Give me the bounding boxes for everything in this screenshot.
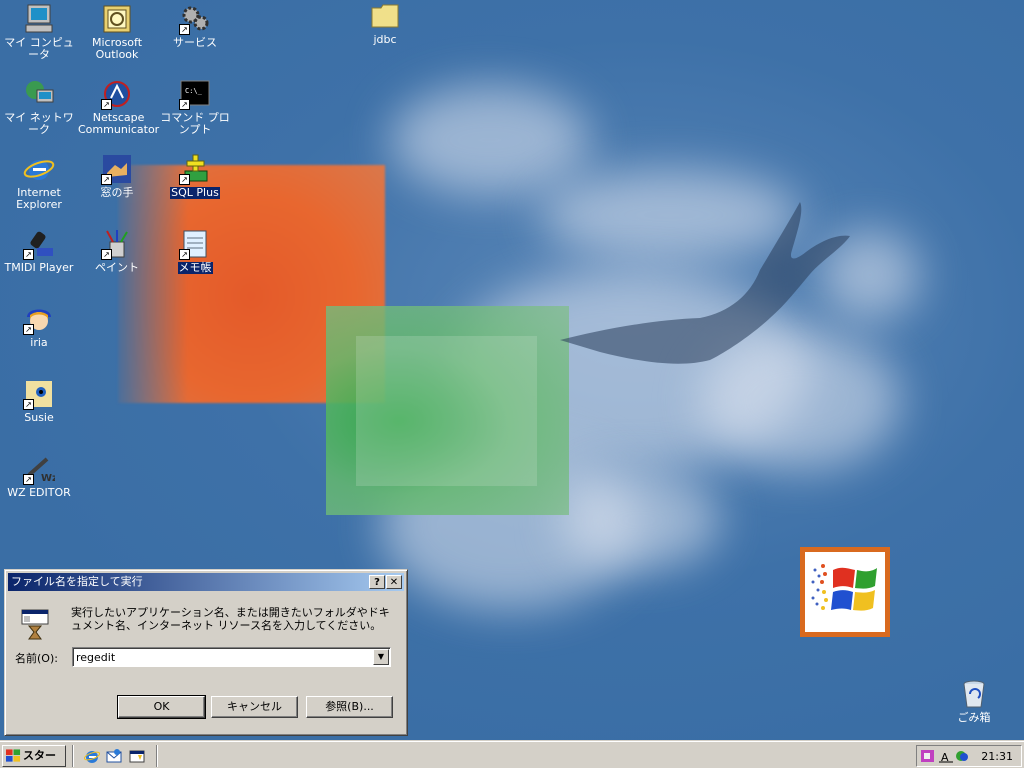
shortcut-arrow-icon: ↗ [23, 399, 34, 410]
shortcut-arrow-icon: ↗ [179, 99, 190, 110]
taskbar-clock[interactable]: 21:31 [981, 750, 1013, 763]
start-label: スタート [23, 749, 56, 762]
shortcut-arrow-icon: ↗ [179, 249, 190, 260]
shortcut-arrow-icon: ↗ [101, 99, 112, 110]
icon-label: TMIDI Player [4, 261, 74, 274]
icon-label: Internet Explorer [16, 186, 62, 211]
quick-launch-show-desktop-icon[interactable] [129, 748, 145, 764]
desktop-icon-internet-explorer[interactable]: Internet Explorer [0, 153, 79, 211]
icon-label: Netscape Communicator [78, 111, 160, 136]
windows-flag-icon [811, 564, 877, 611]
shortcut-arrow-icon: ↗ [101, 249, 112, 260]
ok-button[interactable]: OK [117, 695, 206, 719]
quick-launch-internet-explorer-icon[interactable] [84, 748, 100, 764]
quick-launch-outlook-express-icon[interactable] [106, 748, 122, 764]
icon-label: サービス [173, 36, 217, 49]
dialog-title: ファイル名を指定して実行 [11, 575, 143, 588]
icon-label: iria [30, 336, 48, 349]
system-tray: A 21:31 [916, 745, 1022, 767]
desktop-icon-command-prompt[interactable]: C:\_ ↗ コマンド プロンプト [155, 78, 235, 136]
start-button[interactable]: スタート [2, 745, 66, 767]
run-command-input[interactable] [76, 650, 366, 664]
icon-label: マイ コンピュータ [4, 36, 74, 61]
shortcut-arrow-icon: ↗ [101, 174, 112, 185]
desktop-icon-madonote[interactable]: ↗ 窓の手 [77, 153, 157, 199]
name-field-label: 名前(O): [15, 652, 58, 665]
desktop-icon-iria[interactable]: ↗ iria [0, 303, 79, 349]
taskbar-separator [156, 745, 158, 767]
wallpaper-green-square [326, 306, 569, 515]
icon-label: jdbc [373, 33, 397, 46]
recycle-bin-icon [963, 680, 985, 708]
shortcut-arrow-icon: ↗ [23, 474, 34, 485]
svg-text:A: A [941, 751, 949, 763]
icon-label: ごみ箱 [957, 711, 991, 724]
icon-label: Susie [24, 411, 54, 424]
cancel-button[interactable]: キャンセル [211, 696, 298, 718]
desktop-icon-my-computer[interactable]: マイ コンピュータ [0, 3, 79, 61]
tray-ime-icon[interactable]: A [939, 749, 953, 763]
shortcut-arrow-icon: ↗ [23, 324, 34, 335]
desktop-icon-susie[interactable]: ↗ Susie [0, 378, 79, 424]
dropdown-arrow-button[interactable]: ▼ [373, 649, 389, 665]
internet-explorer-icon [23, 160, 55, 180]
run-dialog: ファイル名を指定して実行 ? ✕ 実行したいアプリケーション名、または開きたいフ… [4, 569, 408, 736]
desktop-icon-services[interactable]: ↗ サービス [155, 3, 235, 49]
desktop-icon-wz-editor[interactable]: Wz ↗ WZ EDITOR [0, 453, 79, 499]
desktop-icon-paint[interactable]: ↗ ペイント [77, 228, 157, 274]
shortcut-arrow-icon: ↗ [23, 249, 34, 260]
svg-text:Wz: Wz [41, 473, 55, 484]
run-command-combobox[interactable]: ▼ [72, 647, 391, 667]
icon-label: コマンド プロンプト [160, 111, 230, 136]
taskbar-separator [72, 745, 74, 767]
windows-flag-icon [6, 749, 21, 762]
desktop: マイ コンピュータ Microsoft Outlook ↗ サービス jdbc … [0, 0, 1024, 740]
icon-label: 窓の手 [100, 186, 134, 199]
windows-logo-tile [800, 547, 890, 637]
icon-label: メモ帳 [177, 261, 213, 274]
wallpaper-cloud [390, 85, 590, 195]
desktop-icon-recycle-bin[interactable]: ごみ箱 [934, 678, 1014, 724]
desktop-icon-jdbc[interactable]: jdbc [345, 0, 425, 46]
wallpaper-cloud [560, 470, 720, 570]
wallpaper-diver-silhouette [560, 202, 850, 364]
desktop-icon-network[interactable]: マイ ネットワーク [0, 78, 79, 136]
icon-label: Microsoft Outlook [91, 36, 143, 61]
dialog-description: 実行したいアプリケーション名、または開きたいフォルダやドキュメント名、インターネ… [71, 606, 390, 632]
network-icon [26, 81, 54, 103]
desktop-icon-netscape[interactable]: ↗ Netscape Communicator [77, 78, 160, 136]
my-computer-icon [25, 4, 53, 33]
dialog-titlebar[interactable]: ファイル名を指定して実行 ? ✕ [8, 573, 404, 591]
tray-network-icon[interactable] [955, 749, 969, 763]
icon-label: ペイント [95, 261, 139, 274]
shortcut-arrow-icon: ↗ [179, 174, 190, 185]
close-button[interactable]: ✕ [386, 575, 402, 589]
desktop-icon-notepad[interactable]: ↗ メモ帳 [155, 228, 235, 274]
icon-label: SQL Plus [170, 186, 220, 199]
shortcut-arrow-icon: ↗ [179, 24, 190, 35]
desktop-icon-sql-plus[interactable]: ↗ SQL Plus [155, 153, 235, 199]
desktop-icon-tmidi[interactable]: ↗ TMIDI Player [0, 228, 79, 274]
tray-app-icon[interactable] [921, 749, 935, 763]
taskbar: スタート A 21:31 [0, 740, 1024, 768]
folder-icon [371, 4, 399, 28]
outlook-icon [103, 5, 131, 33]
browse-button[interactable]: 参照(B)... [306, 696, 393, 718]
icon-label: WZ EDITOR [7, 486, 71, 499]
icon-label: マイ ネットワーク [4, 111, 74, 136]
svg-text:C:\_: C:\_ [185, 87, 203, 95]
help-button[interactable]: ? [369, 575, 385, 589]
run-program-icon [21, 609, 49, 640]
desktop-icon-outlook[interactable]: Microsoft Outlook [77, 3, 157, 61]
